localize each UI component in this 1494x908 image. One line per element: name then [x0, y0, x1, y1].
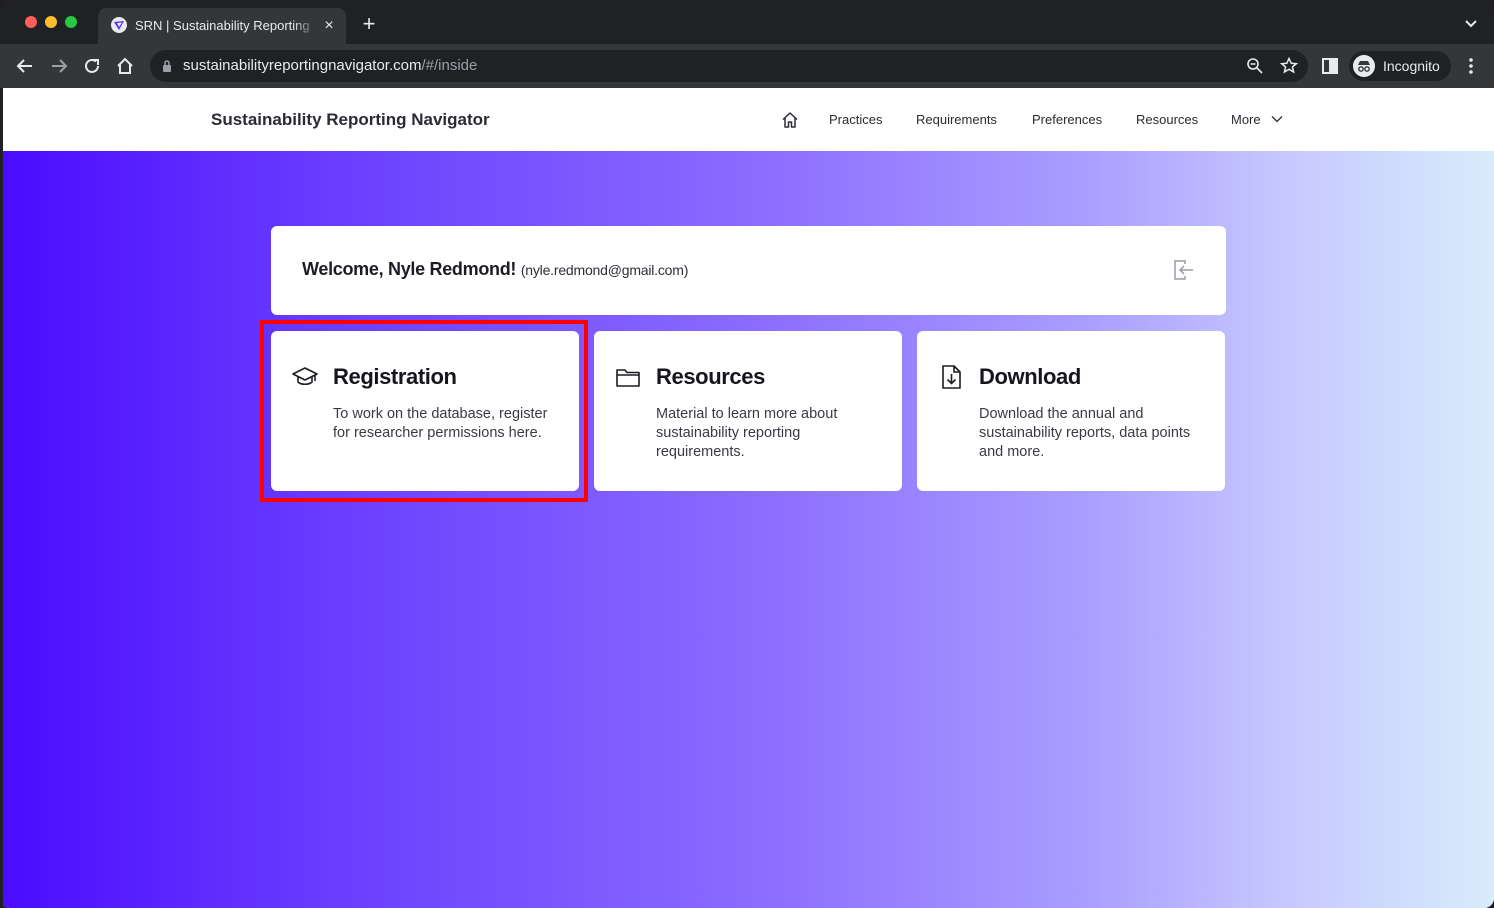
home-icon[interactable]: [114, 55, 136, 77]
close-window-button[interactable]: [25, 16, 37, 28]
resources-card[interactable]: Resources Material to learn more about s…: [594, 331, 902, 491]
url-text[interactable]: sustainabilityreportingnavigator.com/#/i…: [183, 57, 477, 74]
nav-preferences[interactable]: Preferences: [1032, 112, 1102, 127]
back-arrow-icon[interactable]: [14, 55, 36, 77]
menu-kebab-icon[interactable]: [1462, 55, 1480, 77]
folder-icon: [616, 369, 640, 387]
card-title: Resources: [656, 364, 765, 389]
graduation-cap-icon: [292, 367, 318, 386]
forward-arrow-icon[interactable]: [48, 55, 70, 77]
address-bar[interactable]: sustainabilityreportingnavigator.com/#/i…: [150, 50, 1308, 82]
lock-icon[interactable]: [162, 59, 172, 73]
browser-tab[interactable]: SRN | Sustainability Reporting Navigator…: [98, 8, 346, 44]
zoom-icon[interactable]: [1245, 56, 1265, 76]
welcome-card: Welcome, Nyle Redmond! (nyle.redmond@gma…: [271, 226, 1226, 315]
tab-title-fade: [293, 14, 317, 38]
site-brand[interactable]: Sustainability Reporting Navigator: [211, 110, 490, 130]
web-page: Sustainability Reporting Navigator Pract…: [3, 88, 1494, 908]
card-description: Material to learn more about sustainabil…: [656, 406, 838, 460]
card-title: Download: [979, 364, 1081, 389]
logout-icon[interactable]: [1169, 257, 1195, 283]
card-description: To work on the database, register for re…: [333, 406, 548, 441]
nav-resources[interactable]: Resources: [1136, 112, 1198, 127]
incognito-profile-button[interactable]: Incognito: [1349, 51, 1451, 81]
welcome-message: Welcome, Nyle Redmond! (nyle.redmond@gma…: [302, 259, 689, 279]
tab-search-chevron-icon[interactable]: [1460, 16, 1482, 32]
browser-toolbar: sustainabilityreportingnavigator.com/#/i…: [0, 44, 1494, 88]
card-description: Download the annual and sustainability r…: [979, 406, 1191, 460]
card-title: Registration: [333, 364, 457, 389]
maximize-window-button[interactable]: [65, 16, 77, 28]
download-card[interactable]: Download Download the annual and sustain…: [917, 331, 1225, 491]
nav-practices[interactable]: Practices: [829, 112, 882, 127]
site-header: Sustainability Reporting Navigator Pract…: [3, 88, 1494, 151]
incognito-icon: [1353, 55, 1375, 77]
nav-more[interactable]: More: [1231, 112, 1261, 127]
tab-bar: SRN | Sustainability Reporting Navigator…: [0, 0, 1494, 44]
reload-icon[interactable]: [81, 55, 103, 77]
chevron-down-icon[interactable]: [1271, 114, 1283, 124]
nav-home-icon[interactable]: [780, 110, 800, 130]
close-tab-icon[interactable]: ×: [320, 17, 338, 35]
tab-title: SRN | Sustainability Reporting Navigator: [135, 18, 313, 33]
incognito-label: Incognito: [1383, 58, 1440, 74]
browser-window: SRN | Sustainability Reporting Navigator…: [0, 0, 1494, 908]
minimize-window-button[interactable]: [45, 16, 57, 28]
site-favicon-icon: [111, 17, 127, 33]
new-tab-button[interactable]: +: [358, 13, 380, 35]
nav-requirements[interactable]: Requirements: [916, 112, 997, 127]
user-email: (nyle.redmond@gmail.com): [520, 262, 689, 278]
file-download-icon: [942, 365, 961, 389]
star-icon[interactable]: [1279, 56, 1299, 76]
sidepanel-icon[interactable]: [1319, 55, 1341, 77]
dashboard-area: Welcome, Nyle Redmond! (nyle.redmond@gma…: [3, 151, 1494, 908]
registration-card[interactable]: Registration To work on the database, re…: [271, 331, 579, 491]
